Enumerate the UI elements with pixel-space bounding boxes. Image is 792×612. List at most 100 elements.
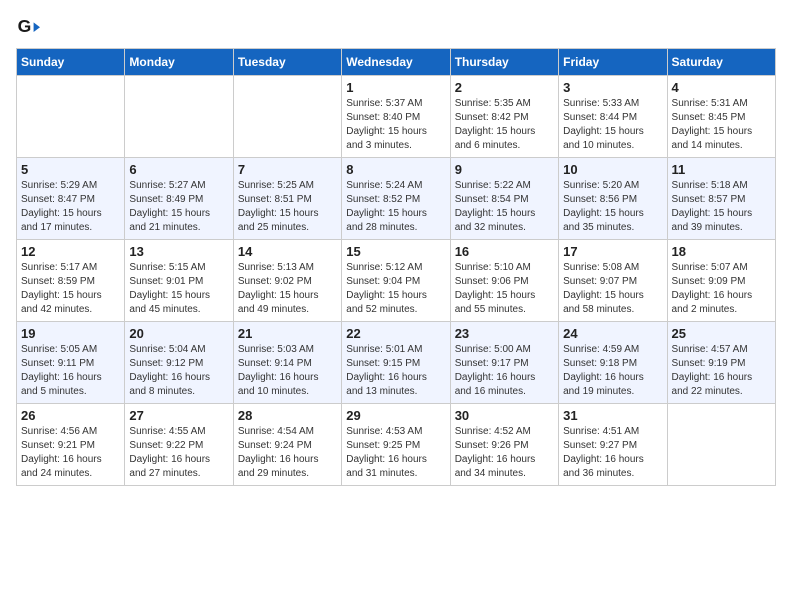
calendar-cell: 18 Sunrise: 5:07 AM Sunset: 9:09 PM Dayli…	[667, 240, 775, 322]
day-detail: Sunrise: 4:54 AM Sunset: 9:24 PM Dayligh…	[238, 425, 337, 481]
logo-icon: G	[16, 16, 40, 40]
day-detail: Sunrise: 5:00 AM Sunset: 9:17 PM Dayligh…	[455, 343, 554, 399]
day-number: 26	[21, 408, 120, 423]
calendar-cell: 28Sunrise: 4:54 AM Sunset: 9:24 PM Dayli…	[233, 404, 341, 486]
calendar-cell	[17, 76, 125, 158]
calendar-header-row: SundayMondayTuesdayWednesdayThursdayFrid…	[17, 49, 776, 76]
day-number: 18	[672, 244, 771, 259]
day-header-tuesday: Tuesday	[233, 49, 341, 76]
day-number: 19	[21, 326, 120, 341]
calendar-body: 1Sunrise: 5:37 AM Sunset: 8:40 PM Daylig…	[17, 76, 776, 486]
day-detail: Sunrise: 5:31 AM Sunset: 8:45 PM Dayligh…	[672, 97, 771, 153]
calendar-cell: 4 Sunrise: 5:31 AM Sunset: 8:45 PM Daylig…	[667, 76, 775, 158]
calendar-cell: 14 Sunrise: 5:13 AM Sunset: 9:02 PM Dayli…	[233, 240, 341, 322]
day-number: 6	[129, 162, 228, 177]
calendar-cell: 22 Sunrise: 5:01 AM Sunset: 9:15 PM Dayli…	[342, 322, 450, 404]
day-number: 2	[455, 80, 554, 95]
day-detail: Sunrise: 5:22 AM Sunset: 8:54 PM Dayligh…	[455, 179, 554, 235]
day-number: 12	[21, 244, 120, 259]
day-detail: Sunrise: 5:13 AM Sunset: 9:02 PM Dayligh…	[238, 261, 337, 317]
day-detail: Sunrise: 5:29 AM Sunset: 8:47 PM Dayligh…	[21, 179, 120, 235]
day-number: 31	[563, 408, 662, 423]
day-detail: Sunrise: 5:07 AM Sunset: 9:09 PM Dayligh…	[672, 261, 771, 317]
calendar-cell: 20Sunrise: 5:04 AM Sunset: 9:12 PM Dayli…	[125, 322, 233, 404]
day-detail: Sunrise: 5:05 AM Sunset: 9:11 PM Dayligh…	[21, 343, 120, 399]
calendar-cell: 2 Sunrise: 5:35 AM Sunset: 8:42 PM Daylig…	[450, 76, 558, 158]
day-detail: Sunrise: 4:59 AM Sunset: 9:18 PM Dayligh…	[563, 343, 662, 399]
day-detail: Sunrise: 5:08 AM Sunset: 9:07 PM Dayligh…	[563, 261, 662, 317]
calendar-cell: 3 Sunrise: 5:33 AM Sunset: 8:44 PM Daylig…	[559, 76, 667, 158]
logo: G	[16, 16, 44, 40]
calendar-cell: 30 Sunrise: 4:52 AM Sunset: 9:26 PM Dayli…	[450, 404, 558, 486]
day-detail: Sunrise: 4:57 AM Sunset: 9:19 PM Dayligh…	[672, 343, 771, 399]
calendar-cell	[125, 76, 233, 158]
day-number: 1	[346, 80, 445, 95]
day-number: 24	[563, 326, 662, 341]
calendar-cell: 7 Sunrise: 5:25 AM Sunset: 8:51 PM Daylig…	[233, 158, 341, 240]
day-number: 13	[129, 244, 228, 259]
day-detail: Sunrise: 4:55 AM Sunset: 9:22 PM Dayligh…	[129, 425, 228, 481]
calendar-week-row: 19 Sunrise: 5:05 AM Sunset: 9:11 PM Dayli…	[17, 322, 776, 404]
calendar-week-row: 12Sunrise: 5:17 AM Sunset: 8:59 PM Dayli…	[17, 240, 776, 322]
calendar-cell: 15 Sunrise: 5:12 AM Sunset: 9:04 PM Dayli…	[342, 240, 450, 322]
calendar-cell: 21 Sunrise: 5:03 AM Sunset: 9:14 PM Dayli…	[233, 322, 341, 404]
day-number: 29	[346, 408, 445, 423]
day-header-wednesday: Wednesday	[342, 49, 450, 76]
day-number: 15	[346, 244, 445, 259]
day-detail: Sunrise: 4:56 AM Sunset: 9:21 PM Dayligh…	[21, 425, 120, 481]
calendar-week-row: 26 Sunrise: 4:56 AM Sunset: 9:21 PM Dayli…	[17, 404, 776, 486]
calendar-cell	[233, 76, 341, 158]
calendar-cell: 31Sunrise: 4:51 AM Sunset: 9:27 PM Dayli…	[559, 404, 667, 486]
calendar-cell: 23 Sunrise: 5:00 AM Sunset: 9:17 PM Dayli…	[450, 322, 558, 404]
calendar-table: SundayMondayTuesdayWednesdayThursdayFrid…	[16, 48, 776, 486]
day-number: 4	[672, 80, 771, 95]
svg-text:G: G	[18, 16, 32, 36]
day-detail: Sunrise: 5:24 AM Sunset: 8:52 PM Dayligh…	[346, 179, 445, 235]
day-detail: Sunrise: 4:53 AM Sunset: 9:25 PM Dayligh…	[346, 425, 445, 481]
day-number: 27	[129, 408, 228, 423]
day-detail: Sunrise: 5:04 AM Sunset: 9:12 PM Dayligh…	[129, 343, 228, 399]
day-number: 7	[238, 162, 337, 177]
day-detail: Sunrise: 5:01 AM Sunset: 9:15 PM Dayligh…	[346, 343, 445, 399]
calendar-cell: 12Sunrise: 5:17 AM Sunset: 8:59 PM Dayli…	[17, 240, 125, 322]
calendar-cell: 9 Sunrise: 5:22 AM Sunset: 8:54 PM Daylig…	[450, 158, 558, 240]
calendar-week-row: 1Sunrise: 5:37 AM Sunset: 8:40 PM Daylig…	[17, 76, 776, 158]
calendar-cell: 8 Sunrise: 5:24 AM Sunset: 8:52 PM Daylig…	[342, 158, 450, 240]
calendar-cell: 11 Sunrise: 5:18 AM Sunset: 8:57 PM Dayli…	[667, 158, 775, 240]
day-number: 5	[21, 162, 120, 177]
day-detail: Sunrise: 5:12 AM Sunset: 9:04 PM Dayligh…	[346, 261, 445, 317]
day-detail: Sunrise: 5:18 AM Sunset: 8:57 PM Dayligh…	[672, 179, 771, 235]
calendar-cell: 1Sunrise: 5:37 AM Sunset: 8:40 PM Daylig…	[342, 76, 450, 158]
calendar-cell: 26 Sunrise: 4:56 AM Sunset: 9:21 PM Dayli…	[17, 404, 125, 486]
calendar-cell: 24 Sunrise: 4:59 AM Sunset: 9:18 PM Dayli…	[559, 322, 667, 404]
day-number: 22	[346, 326, 445, 341]
day-detail: Sunrise: 5:15 AM Sunset: 9:01 PM Dayligh…	[129, 261, 228, 317]
day-number: 8	[346, 162, 445, 177]
calendar-cell	[667, 404, 775, 486]
calendar-cell: 25 Sunrise: 4:57 AM Sunset: 9:19 PM Dayli…	[667, 322, 775, 404]
calendar-cell: 5 Sunrise: 5:29 AM Sunset: 8:47 PM Daylig…	[17, 158, 125, 240]
calendar-cell: 29 Sunrise: 4:53 AM Sunset: 9:25 PM Dayli…	[342, 404, 450, 486]
day-detail: Sunrise: 5:25 AM Sunset: 8:51 PM Dayligh…	[238, 179, 337, 235]
day-header-saturday: Saturday	[667, 49, 775, 76]
day-number: 9	[455, 162, 554, 177]
day-number: 30	[455, 408, 554, 423]
day-number: 25	[672, 326, 771, 341]
calendar-cell: 10 Sunrise: 5:20 AM Sunset: 8:56 PM Dayli…	[559, 158, 667, 240]
day-header-friday: Friday	[559, 49, 667, 76]
day-detail: Sunrise: 5:03 AM Sunset: 9:14 PM Dayligh…	[238, 343, 337, 399]
day-number: 14	[238, 244, 337, 259]
day-number: 11	[672, 162, 771, 177]
day-detail: Sunrise: 5:35 AM Sunset: 8:42 PM Dayligh…	[455, 97, 554, 153]
day-detail: Sunrise: 5:20 AM Sunset: 8:56 PM Dayligh…	[563, 179, 662, 235]
day-detail: Sunrise: 4:52 AM Sunset: 9:26 PM Dayligh…	[455, 425, 554, 481]
day-number: 3	[563, 80, 662, 95]
calendar-cell: 19 Sunrise: 5:05 AM Sunset: 9:11 PM Dayli…	[17, 322, 125, 404]
day-header-sunday: Sunday	[17, 49, 125, 76]
day-number: 10	[563, 162, 662, 177]
day-number: 23	[455, 326, 554, 341]
day-detail: Sunrise: 5:33 AM Sunset: 8:44 PM Dayligh…	[563, 97, 662, 153]
calendar-cell: 6Sunrise: 5:27 AM Sunset: 8:49 PM Daylig…	[125, 158, 233, 240]
calendar-week-row: 5 Sunrise: 5:29 AM Sunset: 8:47 PM Daylig…	[17, 158, 776, 240]
day-number: 21	[238, 326, 337, 341]
